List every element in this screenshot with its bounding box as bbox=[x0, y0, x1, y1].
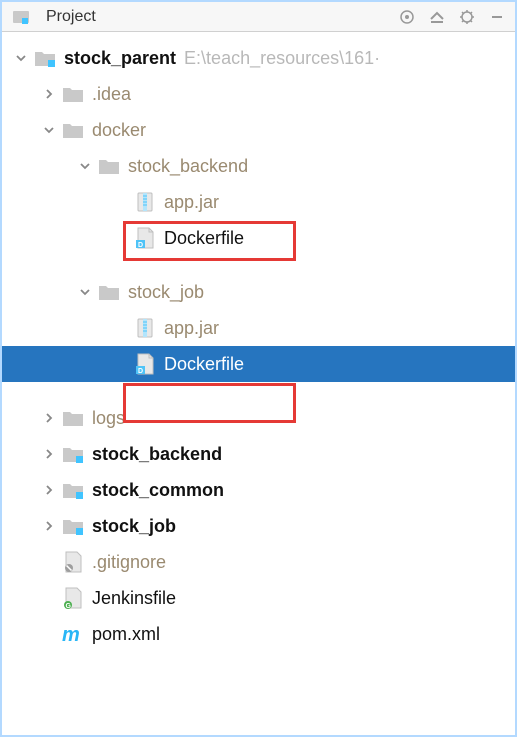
tree-row-stock-backend-mod[interactable]: stock_backend bbox=[2, 436, 515, 472]
jenkinsfile-icon: G bbox=[60, 587, 86, 609]
tree-label: app.jar bbox=[164, 192, 219, 213]
chevron-right-icon[interactable] bbox=[38, 479, 60, 501]
chevron-down-icon[interactable] bbox=[74, 155, 96, 177]
tree-row-pom[interactable]: m pom.xml bbox=[2, 616, 515, 652]
project-icon bbox=[8, 6, 34, 28]
tree-label: stock_common bbox=[92, 480, 224, 501]
archive-icon bbox=[132, 317, 158, 339]
svg-text:m: m bbox=[62, 624, 80, 645]
tree-row-gitignore[interactable]: .gitignore bbox=[2, 544, 515, 580]
dockerfile-icon: D bbox=[132, 227, 158, 249]
tree-label: app.jar bbox=[164, 318, 219, 339]
tree-label: stock_job bbox=[92, 516, 176, 537]
svg-text:D: D bbox=[138, 242, 143, 249]
tree-row-stock-job-dir[interactable]: stock_job bbox=[2, 274, 515, 310]
tree-row-docker[interactable]: docker bbox=[2, 112, 515, 148]
tree-row-stock-common-mod[interactable]: stock_common bbox=[2, 472, 515, 508]
folder-icon bbox=[60, 119, 86, 141]
toolbar-collapse-icon[interactable] bbox=[425, 5, 449, 29]
svg-text:G: G bbox=[66, 603, 72, 609]
tree-row-logs[interactable]: logs bbox=[2, 400, 515, 436]
tree-label: .gitignore bbox=[92, 552, 166, 573]
chevron-right-icon[interactable] bbox=[38, 83, 60, 105]
project-tree[interactable]: stock_parent E:\teach_resources\161· .id… bbox=[2, 32, 515, 652]
module-folder-icon bbox=[60, 515, 86, 537]
toolbar-settings-icon[interactable] bbox=[455, 5, 479, 29]
tree-row-stock-backend-dir[interactable]: stock_backend bbox=[2, 148, 515, 184]
toolbar: Project bbox=[2, 2, 515, 32]
module-folder-icon bbox=[60, 479, 86, 501]
tree-label: Dockerfile bbox=[164, 228, 244, 249]
dockerfile-icon: D bbox=[132, 353, 158, 375]
tree-row-appjar-1[interactable]: app.jar bbox=[2, 184, 515, 220]
maven-icon: m bbox=[60, 623, 86, 645]
tree-label: logs bbox=[92, 408, 125, 429]
tree-row-appjar-2[interactable]: app.jar bbox=[2, 310, 515, 346]
svg-text:D: D bbox=[138, 368, 143, 375]
chevron-right-icon[interactable] bbox=[38, 515, 60, 537]
tree-label: stock_backend bbox=[128, 156, 248, 177]
gitignore-icon bbox=[60, 551, 86, 573]
folder-icon bbox=[96, 281, 122, 303]
tree-label: Dockerfile bbox=[164, 354, 244, 375]
tree-row-stock-job-mod[interactable]: stock_job bbox=[2, 508, 515, 544]
tree-row-idea[interactable]: .idea bbox=[2, 76, 515, 112]
tree-label: stock_job bbox=[128, 282, 204, 303]
folder-icon bbox=[60, 83, 86, 105]
toolbar-title: Project bbox=[46, 8, 96, 26]
chevron-right-icon[interactable] bbox=[38, 407, 60, 429]
archive-icon bbox=[132, 191, 158, 213]
tree-path-hint: E:\teach_resources\161· bbox=[184, 48, 380, 69]
folder-icon bbox=[60, 407, 86, 429]
tree-row-dockerfile-2[interactable]: D Dockerfile bbox=[2, 346, 515, 382]
tree-label: .idea bbox=[92, 84, 131, 105]
tree-label: stock_backend bbox=[92, 444, 222, 465]
chevron-right-icon[interactable] bbox=[38, 443, 60, 465]
chevron-down-icon[interactable] bbox=[74, 281, 96, 303]
tree-row-root[interactable]: stock_parent E:\teach_resources\161· bbox=[2, 40, 515, 76]
tree-label: docker bbox=[92, 120, 146, 141]
module-folder-icon bbox=[32, 47, 58, 69]
tree-label: pom.xml bbox=[92, 624, 160, 645]
folder-icon bbox=[96, 155, 122, 177]
toolbar-target-icon[interactable] bbox=[395, 5, 419, 29]
chevron-down-icon[interactable] bbox=[10, 47, 32, 69]
chevron-down-icon[interactable] bbox=[38, 119, 60, 141]
tree-row-dockerfile-1[interactable]: D Dockerfile bbox=[2, 220, 515, 256]
module-folder-icon bbox=[60, 443, 86, 465]
tree-label: stock_parent bbox=[64, 48, 176, 69]
tree-row-jenkinsfile[interactable]: G Jenkinsfile bbox=[2, 580, 515, 616]
toolbar-hide-icon[interactable] bbox=[485, 5, 509, 29]
tree-label: Jenkinsfile bbox=[92, 588, 176, 609]
